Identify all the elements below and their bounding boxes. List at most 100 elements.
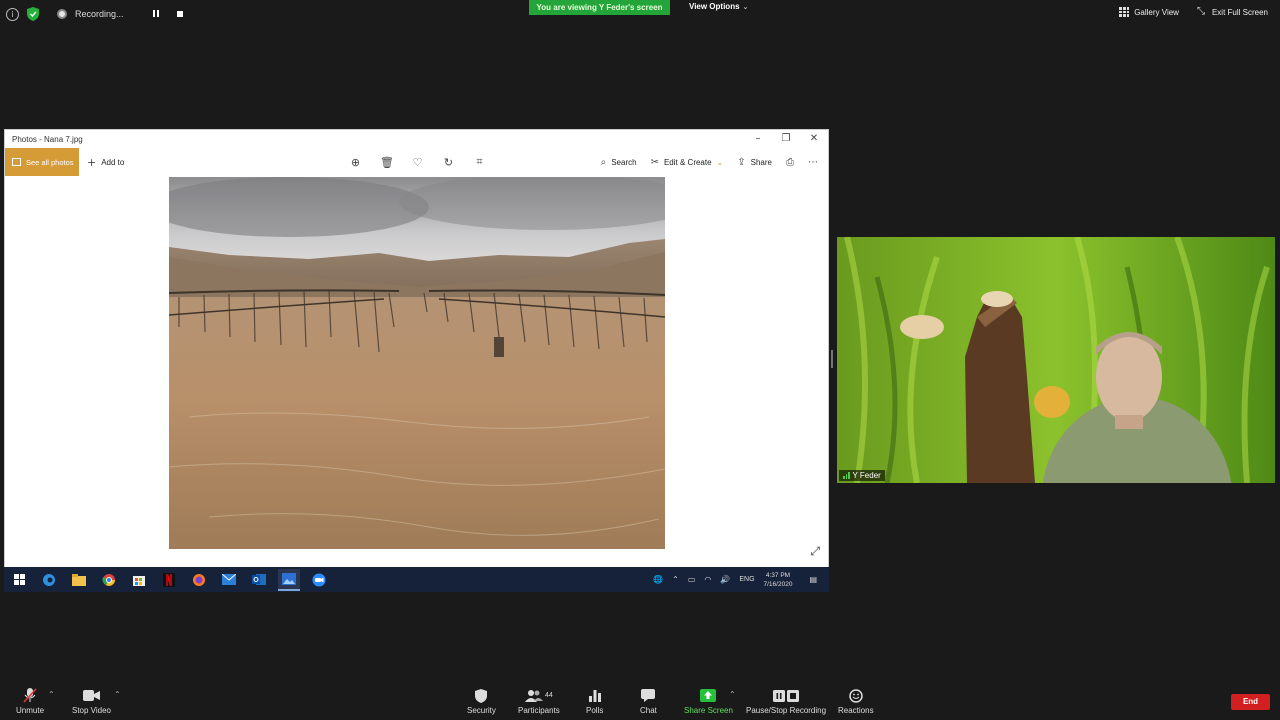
participant-name-label: Y Feder — [839, 470, 885, 481]
outlook-icon[interactable] — [248, 569, 270, 591]
participants-icon: 44 — [525, 688, 553, 703]
panel-resize-handle[interactable] — [831, 350, 833, 368]
pause-stop-recording-label: Pause/Stop Recording — [746, 706, 827, 715]
minimize-button[interactable]: – — [744, 130, 772, 148]
window-controls: – ❐ ✕ — [744, 130, 828, 148]
encryption-shield-icon[interactable] — [27, 7, 39, 21]
recording-indicator-icon — [57, 9, 67, 19]
stop-recording-icon[interactable] — [174, 8, 186, 20]
add-to-button[interactable]: + Add to — [87, 148, 124, 176]
close-button[interactable]: ✕ — [800, 130, 828, 148]
zoom-icon[interactable]: ⊕ — [349, 156, 362, 169]
share-options-caret-icon[interactable]: ⌃ — [729, 690, 736, 699]
photos-toolbar: See all photos + Add to ⊕ 🗑 ♡ ↻ ⌗ ⌕ Sear… — [5, 148, 828, 177]
exit-full-screen-label: Exit Full Screen — [1211, 7, 1268, 17]
microphone-muted-icon — [23, 688, 37, 703]
notifications-icon[interactable]: ▤ — [809, 575, 817, 584]
share-icon: ⇪ — [737, 156, 746, 168]
add-to-label: Add to — [101, 157, 125, 167]
participants-button[interactable]: 44 Participants — [518, 688, 560, 715]
clock-time: 4:37 PM — [765, 571, 791, 579]
photos-icon — [12, 158, 21, 166]
chevron-up-icon[interactable]: ⌃ — [672, 575, 679, 584]
firefox-icon[interactable] — [188, 569, 210, 591]
netflix-icon[interactable] — [158, 569, 180, 591]
crop-icon[interactable]: ⌗ — [473, 155, 486, 169]
battery-icon[interactable]: ▭ — [688, 575, 696, 584]
delete-icon[interactable]: 🗑 — [380, 156, 394, 169]
edit-create-label: Edit & Create — [663, 157, 712, 167]
participant-video-tile[interactable]: Y Feder — [837, 237, 1275, 483]
gallery-view-button[interactable]: Gallery View — [1119, 7, 1179, 17]
favorite-heart-icon[interactable]: ♡ — [411, 156, 424, 169]
top-bar: i Recording... You are viewing Y Feder's… — [0, 0, 1280, 28]
see-all-photos-label: See all photos — [26, 157, 74, 167]
share-screen-label: Share Screen — [684, 706, 733, 715]
end-meeting-button[interactable]: End — [1231, 694, 1270, 710]
info-icon[interactable]: i — [6, 7, 19, 21]
search-label: Search — [611, 157, 637, 167]
restore-button[interactable]: ❐ — [772, 130, 800, 148]
connection-signal-icon — [843, 472, 850, 479]
zoom-app-icon[interactable] — [308, 569, 330, 591]
edge-browser-icon[interactable] — [38, 569, 60, 591]
pause-recording-icon[interactable] — [150, 8, 162, 20]
share-label: Share — [750, 157, 772, 167]
windows-taskbar: 🌐 ⌃ ▭ ◠ 🔊 ENG 4:37 PM 7/16/2020 ▤ — [4, 567, 829, 592]
stop-video-label: Stop Video — [72, 706, 111, 715]
edit-create-button[interactable]: ✂ Edit & Create ⌄ — [651, 157, 724, 168]
stop-video-button[interactable]: Stop Video — [72, 688, 111, 715]
view-options-label: View Options — [689, 2, 740, 11]
mail-icon[interactable] — [218, 569, 240, 591]
chat-button[interactable]: Chat — [640, 688, 657, 715]
unmute-label: Unmute — [16, 706, 45, 715]
help-globe-icon[interactable]: 🌐 — [653, 575, 663, 584]
audio-options-caret-icon[interactable]: ⌃ — [48, 690, 55, 699]
chevron-down-icon: ⌄ — [716, 157, 724, 167]
store-icon[interactable] — [128, 569, 150, 591]
photo-viewer: ⤢ — [5, 177, 828, 567]
participant-video-feed — [837, 237, 1275, 483]
polls-button[interactable]: Polls — [586, 688, 603, 715]
video-options-caret-icon[interactable]: ⌃ — [114, 690, 121, 699]
share-button[interactable]: ⇪ Share — [737, 157, 772, 168]
security-label: Security — [467, 706, 496, 715]
security-button[interactable]: Security — [467, 688, 496, 715]
windows-start-icon[interactable] — [8, 569, 30, 591]
share-screen-button[interactable]: Share Screen — [684, 688, 733, 715]
wifi-icon[interactable]: ◠ — [704, 575, 711, 584]
more-options-icon[interactable]: ⋯ — [808, 157, 818, 168]
chrome-icon[interactable] — [98, 569, 120, 591]
taskbar-clock[interactable]: 4:37 PM 7/16/2020 — [764, 571, 793, 589]
view-options-button[interactable]: View Options ⌄ — [689, 2, 748, 11]
polls-label: Polls — [586, 706, 604, 715]
volume-icon[interactable]: 🔊 — [720, 575, 730, 584]
reactions-label: Reactions — [838, 706, 874, 715]
pause-stop-recording-icon — [773, 688, 800, 703]
file-explorer-icon[interactable] — [68, 569, 90, 591]
photo-actions: ⌕ Search ✂ Edit & Create ⌄ ⇪ Share ⎙ ⋯ — [601, 148, 818, 176]
reactions-button[interactable]: Reactions — [838, 688, 874, 715]
exit-full-screen-button[interactable]: ⤡ Exit Full Screen — [1197, 7, 1268, 17]
window-title: Photos - Nana 7.jpg — [12, 135, 83, 144]
print-icon[interactable]: ⎙ — [786, 157, 794, 168]
search-button[interactable]: ⌕ Search — [601, 157, 637, 168]
language-indicator[interactable]: ENG — [739, 576, 754, 583]
photos-app-icon[interactable] — [278, 568, 300, 591]
view-controls: Gallery View ⤡ Exit Full Screen — [1119, 7, 1268, 17]
rotate-icon[interactable]: ↻ — [442, 156, 455, 169]
search-icon: ⌕ — [600, 156, 607, 168]
polls-chart-icon — [588, 688, 601, 703]
pause-stop-recording-button[interactable]: Pause/Stop Recording — [746, 688, 826, 715]
participants-count: 44 — [545, 692, 553, 699]
exit-full-screen-icon: ⤡ — [1196, 6, 1205, 17]
photo-tools: ⊕ 🗑 ♡ ↻ ⌗ — [349, 148, 486, 176]
taskbar-apps — [8, 567, 330, 592]
chat-bubble-icon — [641, 688, 656, 703]
security-shield-icon — [475, 688, 488, 703]
participants-label: Participants — [518, 706, 560, 715]
expand-icon[interactable]: ⤢ — [810, 544, 820, 559]
see-all-photos-button[interactable]: See all photos — [5, 148, 79, 176]
unmute-button[interactable]: Unmute — [16, 688, 44, 715]
zoom-meeting-window: i Recording... You are viewing Y Feder's… — [0, 0, 1280, 720]
